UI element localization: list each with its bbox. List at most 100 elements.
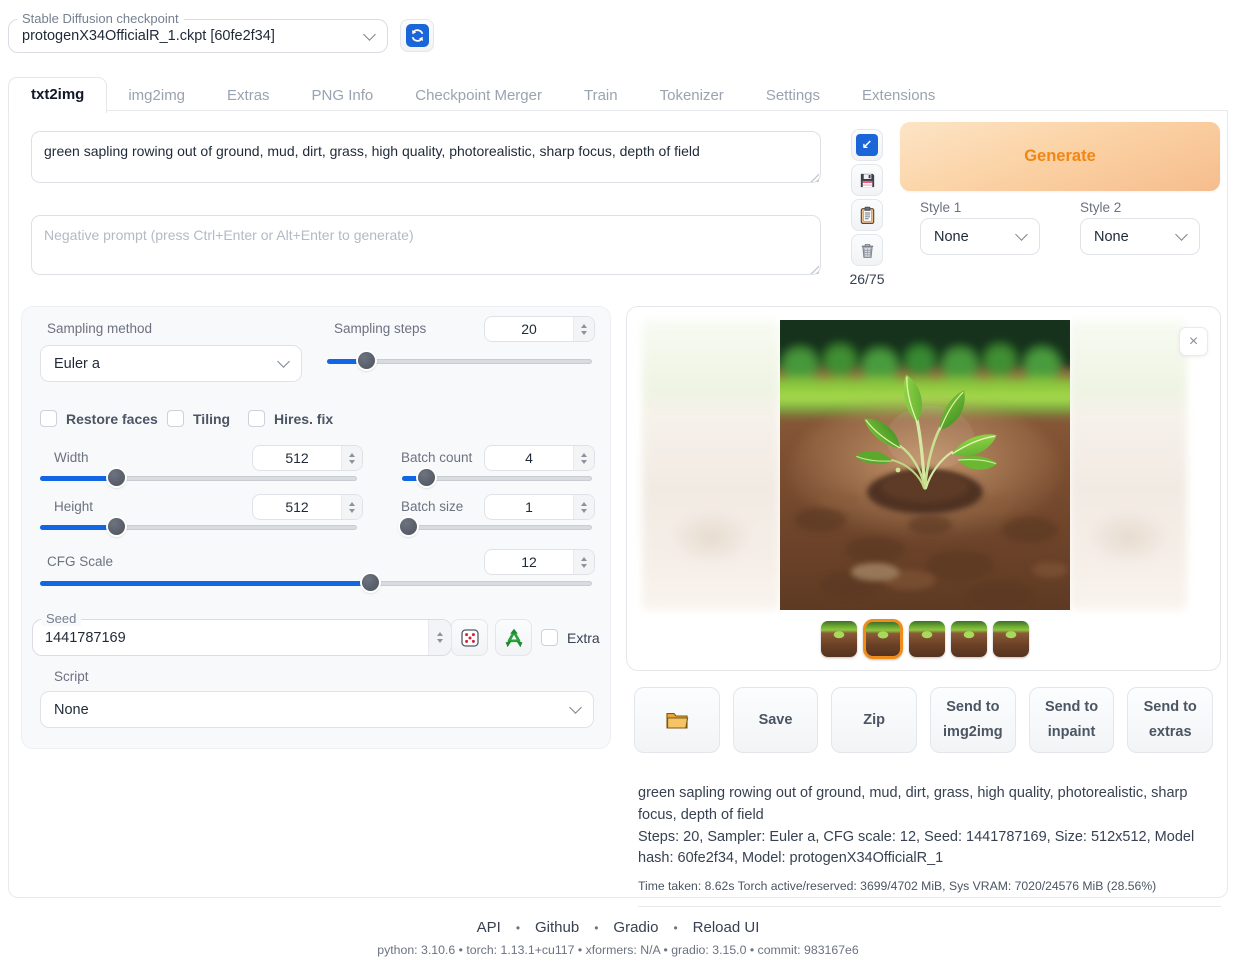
generate-button[interactable]: Generate [900,122,1220,191]
paste-generation-params-button[interactable]: ↙ [851,129,883,161]
stepper-arrows-icon[interactable] [341,446,362,470]
slider-thumb[interactable] [400,518,417,535]
tab-tokenizer[interactable]: Tokenizer [639,79,745,112]
checkpoint-value: protogenX34OfficialR_1.ckpt [60fe2f34] [22,28,275,44]
close-image-button[interactable]: × [1179,327,1208,356]
style2-dropdown[interactable]: None [1080,218,1200,255]
tab-train[interactable]: Train [563,79,639,112]
prompt-input[interactable]: green sapling rowing out of ground, mud,… [31,131,821,183]
slider-thumb[interactable] [108,518,125,535]
sampling-method-label: Sampling method [47,321,152,336]
tab-extensions[interactable]: Extensions [841,79,956,112]
txt2img-panel: green sapling rowing out of ground, mud,… [8,110,1228,898]
thumbnail-1[interactable] [821,621,857,657]
width-input[interactable]: 512 [252,445,363,471]
checkpoint-dropdown[interactable]: Stable Diffusion checkpoint protogenX34O… [8,19,388,53]
gallery-thumbnails [821,619,1029,659]
close-icon: × [1189,333,1198,351]
dot-separator: • [594,921,598,935]
batch-size-slider[interactable] [402,525,592,530]
stepper-arrows-icon[interactable] [573,550,594,574]
generation-info: green sapling rowing out of ground, mud,… [638,783,1221,907]
refresh-icon [406,24,429,47]
width-slider[interactable] [40,476,357,481]
tab-extras[interactable]: Extras [206,79,291,112]
footer-link-api[interactable]: API [477,919,501,936]
tab-checkpoint-merger[interactable]: Checkpoint Merger [394,79,563,112]
save-button[interactable]: Save [733,687,819,753]
slider-thumb[interactable] [418,469,435,486]
checkbox-icon[interactable] [248,410,265,427]
refresh-checkpoint-button[interactable] [400,19,434,52]
batch-count-slider[interactable] [402,476,592,481]
folder-icon [665,710,689,730]
checkbox-icon[interactable] [541,629,558,646]
cfg-scale-label: CFG Scale [47,554,113,569]
height-input[interactable]: 512 [252,494,363,520]
slider-thumb[interactable] [362,574,379,591]
hires-fix-checkbox[interactable]: Hires. fix [248,410,333,427]
footer-link-gradio[interactable]: Gradio [613,919,658,936]
seed-field[interactable]: Seed [32,619,452,656]
batch-size-label: Batch size [401,499,463,514]
main-tabbar: txt2img img2img Extras PNG Info Checkpoi… [8,77,956,112]
clear-prompt-button[interactable] [851,234,883,266]
arrow-down-left-icon: ↙ [856,134,878,156]
send-to-img2img-button[interactable]: Send to img2img [930,687,1016,753]
cfg-scale-input[interactable]: 12 [484,549,595,575]
stepper-arrows-icon[interactable] [573,495,594,519]
stepper-arrows-icon[interactable] [573,317,594,341]
restore-faces-checkbox[interactable]: Restore faces [40,410,158,427]
footer-link-reload-ui[interactable]: Reload UI [693,919,760,936]
send-to-inpaint-button[interactable]: Send to inpaint [1029,687,1115,753]
output-gallery: × [626,306,1221,671]
tab-settings[interactable]: Settings [745,79,841,112]
reuse-seed-button[interactable] [495,619,532,656]
stepper-arrows-icon[interactable] [341,495,362,519]
negative-prompt-input[interactable] [31,215,821,275]
dice-icon [460,628,480,648]
sampling-method-dropdown[interactable]: Euler a [40,345,302,382]
style1-dropdown[interactable]: None [920,218,1040,255]
extra-seed-checkbox[interactable]: Extra [541,629,600,646]
tab-txt2img[interactable]: txt2img [8,77,107,113]
script-dropdown[interactable]: None [40,691,594,728]
batch-count-label: Batch count [401,450,472,465]
cfg-scale-slider[interactable] [40,581,592,586]
stepper-arrows-icon[interactable] [428,620,451,655]
generated-image[interactable] [780,320,1070,610]
footer-link-github[interactable]: Github [535,919,579,936]
batch-count-input[interactable]: 4 [484,445,595,471]
tab-png-info[interactable]: PNG Info [291,79,395,112]
dot-separator: • [673,921,677,935]
thumbnail-2-selected[interactable] [863,619,903,659]
footer-links: API • Github • Gradio • Reload UI [0,919,1236,936]
thumbnail-3[interactable] [909,621,945,657]
apply-style-button[interactable] [851,199,883,231]
send-to-extras-button[interactable]: Send to extras [1127,687,1213,753]
checkbox-icon[interactable] [167,410,184,427]
slider-thumb[interactable] [358,352,375,369]
zip-button[interactable]: Zip [831,687,917,753]
sampling-steps-input[interactable]: 20 [484,316,595,342]
batch-size-input[interactable]: 1 [484,494,595,520]
clipboard-icon [858,206,877,225]
seed-input[interactable] [33,620,428,655]
slider-thumb[interactable] [108,469,125,486]
info-params-text: Steps: 20, Sampler: Euler a, CFG scale: … [638,827,1221,871]
checkbox-icon[interactable] [40,410,57,427]
chevron-down-icon [1015,228,1028,241]
height-slider[interactable] [40,525,357,530]
open-folder-button[interactable] [634,687,720,753]
stepper-arrows-icon[interactable] [573,446,594,470]
tiling-checkbox[interactable]: Tiling [167,410,230,427]
height-label: Height [54,499,93,514]
thumbnail-5[interactable] [993,621,1029,657]
tab-img2img[interactable]: img2img [107,79,206,112]
sampling-steps-slider[interactable] [327,359,592,364]
thumbnail-4[interactable] [951,621,987,657]
random-seed-button[interactable] [451,619,488,656]
chevron-down-icon [569,701,582,714]
save-style-button[interactable] [851,164,883,196]
gallery-gutter-left [642,320,780,610]
